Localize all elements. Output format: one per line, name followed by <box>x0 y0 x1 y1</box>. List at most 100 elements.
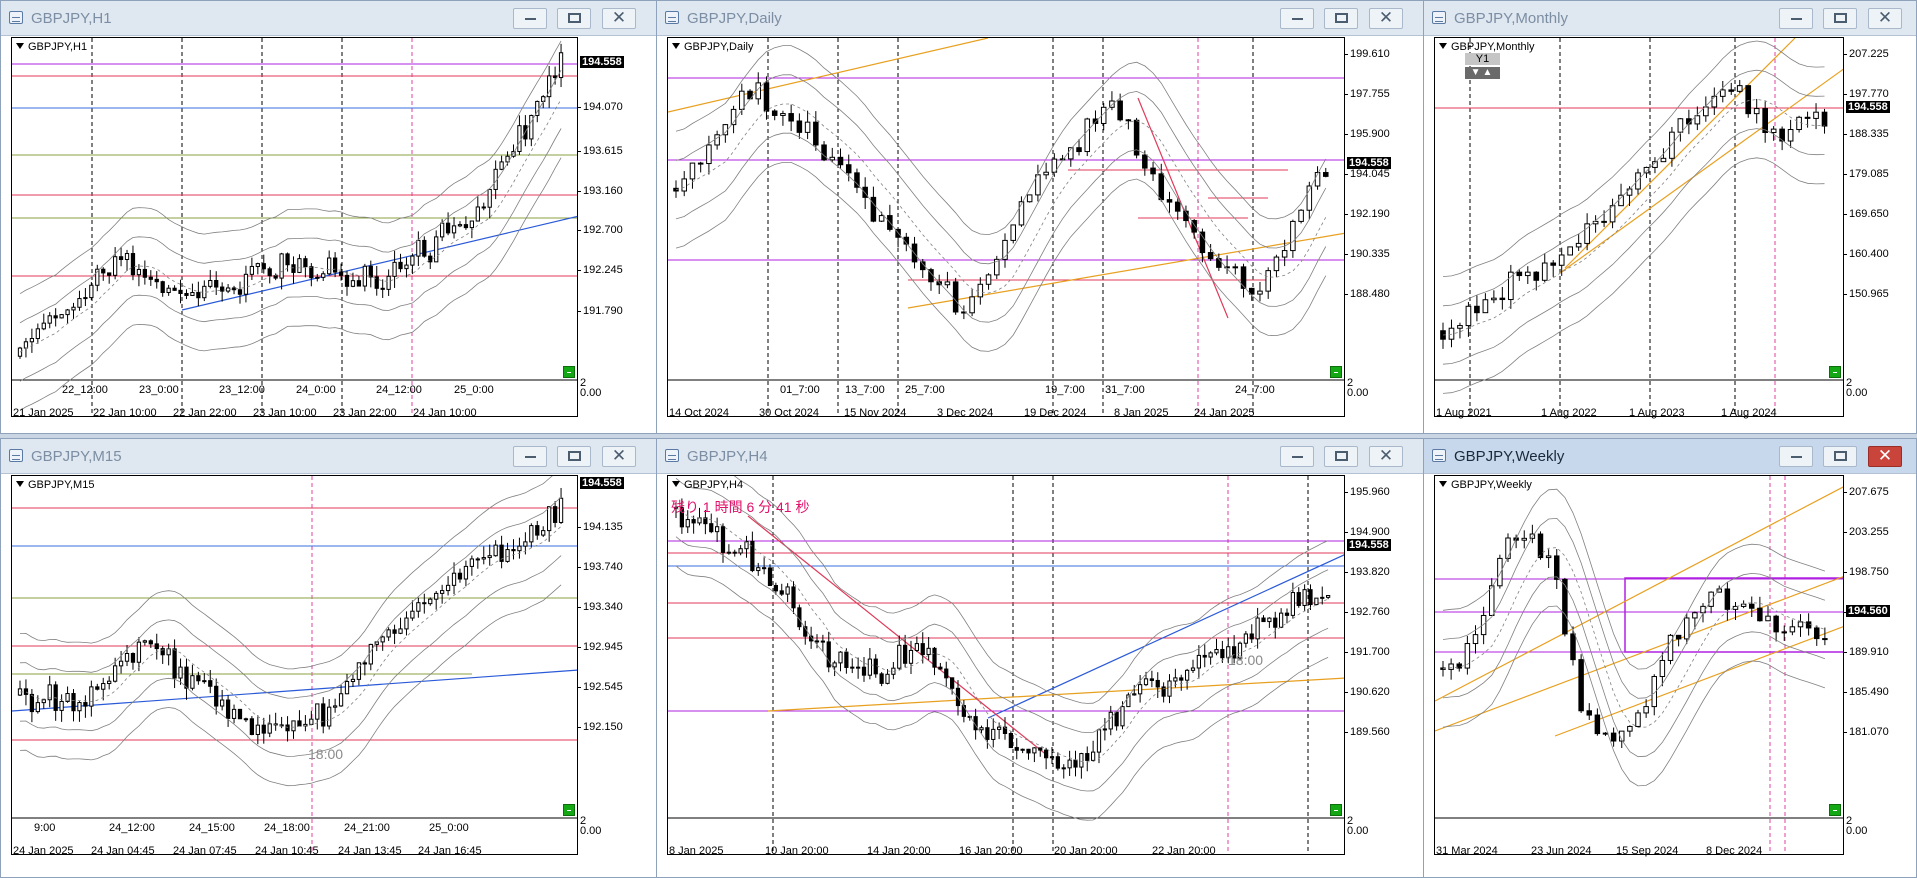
candle-body <box>697 517 702 524</box>
maximize-button[interactable] <box>557 8 591 29</box>
time-tick-label: 10 Jan 20:00 <box>765 845 829 857</box>
candle-body <box>862 186 868 198</box>
candle-body <box>166 648 171 656</box>
price-axis[interactable]: 207.225 197.770 188.335 179.085 169.650 160.4… <box>1843 37 1916 417</box>
close-button[interactable]: ✕ <box>1868 8 1902 29</box>
indicator-signal-icon[interactable] <box>563 366 575 378</box>
symbol-label[interactable]: GBPJPY,H1 <box>16 41 87 53</box>
chart-plot-area[interactable]: GBPJPY,H1 22_12:00 23_0:00 23_12:00 24_0:00… <box>11 37 578 417</box>
symbol-label[interactable]: GBPJPY,Monthly <box>1439 41 1535 53</box>
price-tick-label: 193.740 <box>577 561 623 573</box>
time-axis[interactable]: 8 Jan 2025 10 Jan 20:00 14 Jan 20:00 16 Jan… <box>667 845 1345 865</box>
candle-body <box>1249 633 1254 640</box>
candle-body <box>1626 188 1633 196</box>
candle-body <box>237 289 243 295</box>
candle-body <box>1578 659 1584 712</box>
window-titlebar[interactable]: GBPJPY,Weekly ✕ <box>1424 439 1916 474</box>
close-button[interactable]: ✕ <box>602 446 636 467</box>
candle-body <box>1079 753 1084 768</box>
candle-body <box>763 82 770 112</box>
symbol-label[interactable]: GBPJPY,H4 <box>672 479 743 491</box>
window-titlebar[interactable]: GBPJPY,M15 ✕ <box>1 439 657 474</box>
candle-body <box>202 680 207 683</box>
chart-plot-area[interactable]: GBPJPY,Monthly Y1 ▼▲ <box>1434 37 1844 417</box>
price-axis[interactable]: 195.960 194.900 193.820 192.760 191.700 190.6… <box>1344 475 1424 855</box>
time-axis[interactable]: 31 Mar 2024 23 Jun 2024 15 Sep 2024 8 Dec 2… <box>1434 845 1844 865</box>
minimize-button[interactable] <box>1280 8 1314 29</box>
chart-window-gbpjpy-monthly[interactable]: GBPJPY,Monthly ✕ GBPJPY,Monthly Y1 ▼▲ 20… <box>1423 0 1917 434</box>
chart-plot-area[interactable]: GBPJPY,M15 18:00 9:00 24_12:00 24_15:00 24_… <box>11 475 578 855</box>
minimize-button[interactable] <box>1779 446 1813 467</box>
period-switch[interactable]: Y1 ▼▲ <box>1465 53 1500 79</box>
candle-body <box>41 699 46 704</box>
candle-body <box>1765 615 1771 622</box>
candle-body <box>1719 89 1726 97</box>
candle-body <box>1457 325 1463 329</box>
time-tick-label: 24 Jan 13:45 <box>338 845 402 857</box>
minimize-button[interactable] <box>1280 446 1314 467</box>
chart-window-gbpjpy-weekly[interactable]: GBPJPY,Weekly ✕ GBPJPY,Weekly 207.675 203… <box>1423 438 1917 878</box>
indicator-signal-icon[interactable] <box>1829 366 1841 378</box>
indicator-signal-icon[interactable] <box>1330 804 1342 816</box>
maximize-button[interactable] <box>1823 446 1857 467</box>
candle-body <box>1789 626 1796 633</box>
candle-body <box>714 134 720 146</box>
candle-body <box>1018 201 1025 226</box>
symbol-label[interactable]: GBPJPY,M15 <box>16 479 94 491</box>
window-titlebar[interactable]: GBPJPY,Monthly ✕ <box>1424 1 1916 36</box>
symbol-label[interactable]: GBPJPY,Daily <box>672 41 754 53</box>
maximize-button[interactable] <box>1823 8 1857 29</box>
chart-window-icon <box>665 449 679 462</box>
maximize-button[interactable] <box>1324 446 1358 467</box>
minimize-button[interactable] <box>513 446 547 467</box>
time-axis[interactable]: 24 Jan 2025 24 Jan 04:45 24 Jan 07:45 24 Ja… <box>11 845 578 865</box>
minimize-button[interactable] <box>513 8 547 29</box>
time-tick-label: 24 Jan 10:00 <box>413 407 477 419</box>
period-arrows-icon[interactable]: ▼▲ <box>1465 67 1500 79</box>
window-titlebar[interactable]: GBPJPY,H4 ✕ <box>657 439 1424 474</box>
chart-plot-area[interactable]: GBPJPY,Daily 01_7:00 13_7:00 25_7:00 19_7:0… <box>667 37 1345 417</box>
chart-window-gbpjpy-daily[interactable]: GBPJPY,Daily ✕ GBPJPY,Daily 01_7:00 13_7:… <box>656 0 1425 434</box>
candle-body <box>1220 648 1225 659</box>
close-button[interactable]: ✕ <box>602 8 636 29</box>
bollinger-lower-2 <box>675 565 1329 821</box>
close-button[interactable]: ✕ <box>1369 8 1403 29</box>
window-titlebar[interactable]: GBPJPY,H1 ✕ <box>1 1 657 36</box>
close-button[interactable]: ✕ <box>1369 446 1403 467</box>
time-tick-label: 16 Jan 20:00 <box>959 845 1023 857</box>
indicator-signal-icon[interactable] <box>1330 366 1342 378</box>
session-time-label: 24_18:00 <box>264 822 310 834</box>
candle-body <box>1728 89 1735 92</box>
candle-body <box>762 567 767 570</box>
window-titlebar[interactable]: GBPJPY,Daily ✕ <box>657 1 1424 36</box>
chart-plot-area[interactable]: GBPJPY,H4 残り 1 時間 6 分 41 秒 18:00 <box>667 475 1345 855</box>
candle-body <box>59 314 64 319</box>
candle-body <box>1472 634 1479 645</box>
period-button[interactable]: Y1 <box>1465 53 1500 65</box>
close-button[interactable]: ✕ <box>1868 446 1902 467</box>
time-axis[interactable]: 14 Oct 2024 30 Oct 2024 15 Nov 2024 3 Dec 2… <box>667 407 1345 427</box>
time-axis[interactable]: 21 Jan 2025 22 Jan 10:00 22 Jan 22:00 23 Ja… <box>11 407 578 427</box>
minimize-button[interactable] <box>1779 8 1813 29</box>
candle-body <box>315 276 320 279</box>
chart-window-gbpjpy-h1[interactable]: GBPJPY,H1 ✕ GBPJPY,H1 22_12:00 23_0:00 23_… <box>0 0 658 434</box>
price-axis[interactable]: 199.610 197.755 195.900 194.045 192.190 190.3… <box>1344 37 1424 417</box>
candle-body <box>362 265 367 287</box>
maximize-button[interactable] <box>557 446 591 467</box>
chart-plot-area[interactable]: GBPJPY,Weekly <box>1434 475 1844 855</box>
candle-body <box>309 718 314 725</box>
time-axis[interactable]: 1 Aug 2021 1 Aug 2022 1 Aug 2023 1 Aug 2024 <box>1434 407 1844 427</box>
time-tick-label: 20 Jan 20:00 <box>1054 845 1118 857</box>
candle-body <box>463 224 469 229</box>
price-axis[interactable]: 194.070 193.615 193.160 192.700 192.245 191.7… <box>577 37 657 417</box>
chart-window-gbpjpy-m15[interactable]: GBPJPY,M15 ✕ GBPJPY,M15 18:00 9:00 24_12:… <box>0 438 658 878</box>
indicator-signal-icon[interactable] <box>563 804 575 816</box>
price-axis[interactable]: 207.675 203.255 198.750 194.560 189.910 185.4… <box>1843 475 1916 855</box>
symbol-label[interactable]: GBPJPY,Weekly <box>1439 479 1532 491</box>
price-axis[interactable]: 194.135 193.740 193.340 192.945 192.545 192.1… <box>577 475 657 855</box>
chart-window-gbpjpy-h4[interactable]: GBPJPY,H4 ✕ GBPJPY,H4 残り 1 時間 6 分 41 秒 1… <box>656 438 1425 878</box>
candle-body <box>297 258 302 273</box>
indicator-signal-icon[interactable] <box>1829 804 1841 816</box>
candle-body <box>1740 603 1747 607</box>
maximize-button[interactable] <box>1324 8 1358 29</box>
